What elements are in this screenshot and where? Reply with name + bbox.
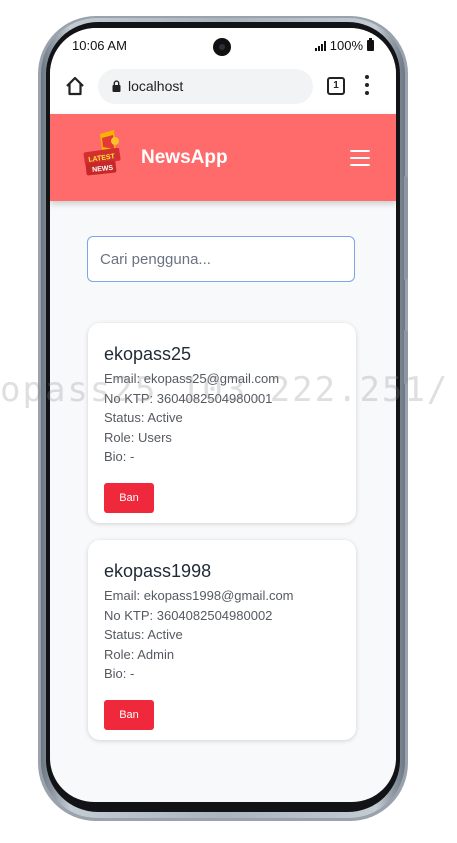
user-card: ekopass1998 Email: ekopass1998@gmail.com… xyxy=(88,540,356,740)
app-title[interactable]: NewsApp xyxy=(141,147,228,169)
status-time: 10:06 AM xyxy=(72,38,127,53)
home-icon[interactable] xyxy=(64,75,86,97)
user-ktp: No KTP: 3604082504980002 xyxy=(104,607,273,623)
volume-button xyxy=(404,176,408,280)
status-bar: 10:06 AM 100% xyxy=(50,28,396,62)
username: ekopass25 xyxy=(104,344,192,364)
user-email: Email: ekopass1998@gmail.com xyxy=(104,588,294,603)
phone-screen: 10:06 AM 100% localhost 1 LATEST NEWS Ne… xyxy=(50,28,396,802)
status-indicators: 100% xyxy=(314,38,374,53)
user-status: Status: Active xyxy=(104,627,183,642)
ban-button[interactable]: Ban xyxy=(104,482,154,513)
ban-button[interactable]: Ban xyxy=(104,699,154,730)
user-role: Role: Users xyxy=(104,429,172,445)
battery-percent: 100% xyxy=(329,38,363,53)
url-text: localhost xyxy=(128,78,184,94)
user-status: Status: Active xyxy=(104,410,183,425)
battery-icon xyxy=(367,38,374,51)
search-input[interactable] xyxy=(87,236,355,282)
lock-icon xyxy=(112,80,121,92)
signal-icon xyxy=(314,40,326,51)
app-header: LATEST NEWS NewsApp xyxy=(50,114,396,201)
browser-menu-icon[interactable] xyxy=(364,75,370,95)
browser-toolbar: localhost 1 xyxy=(50,62,396,114)
tab-switcher-icon[interactable]: 1 xyxy=(327,77,345,95)
latest-news-logo[interactable]: LATEST NEWS xyxy=(80,130,124,178)
camera-icon xyxy=(213,38,231,56)
user-card: ekopass25 Email: ekopass25@gmail.com No … xyxy=(88,323,356,523)
power-button xyxy=(404,330,408,384)
user-bio: Bio: - xyxy=(104,449,135,464)
user-role: Role: Admin xyxy=(104,646,175,662)
address-bar[interactable]: localhost xyxy=(98,69,313,104)
user-ktp: No KTP: 3604082504980001 xyxy=(104,390,273,406)
user-bio: Bio: - xyxy=(104,666,135,681)
hamburger-menu-icon[interactable] xyxy=(350,150,370,166)
username: ekopass1998 xyxy=(104,561,212,581)
user-email: Email: ekopass25@gmail.com xyxy=(104,371,280,386)
